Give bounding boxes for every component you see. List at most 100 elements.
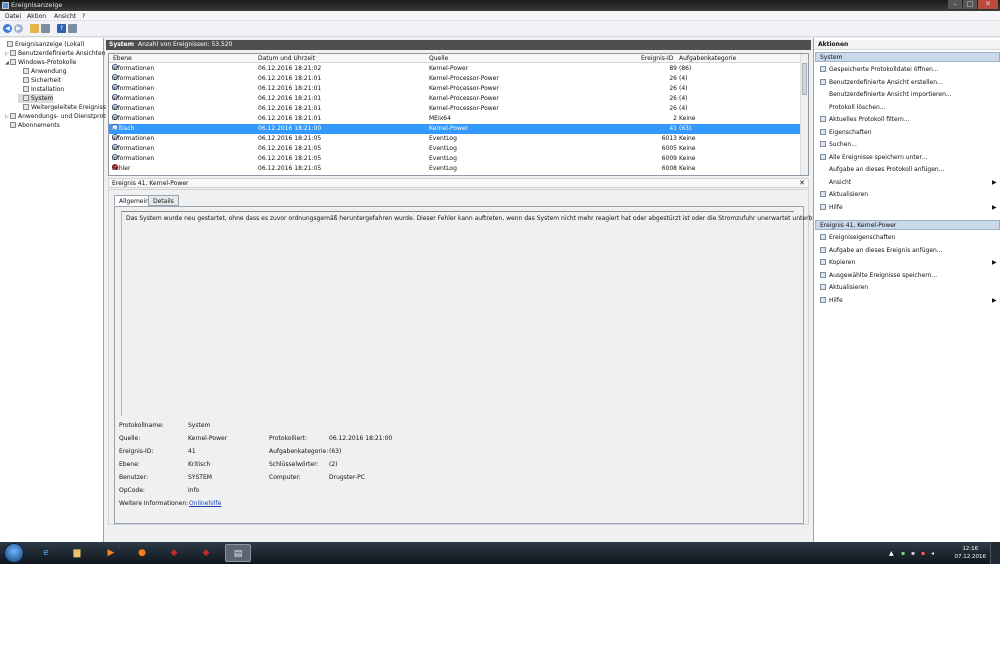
game-app-icon[interactable]: ◆ [161,544,187,562]
event-list-scrollbar[interactable] [800,54,808,175]
media-player-icon[interactable]: ▶ [98,544,124,562]
gpu-tool-icon[interactable]: ◆ [193,544,219,562]
actions-section-event[interactable]: Ereignis 41, Kernel-Power [815,220,1000,230]
column-level[interactable]: Ebene [113,55,132,62]
internet-explorer-icon[interactable]: e [33,544,59,562]
cell-event-id: 6009 [661,155,677,162]
folder-icon [10,113,16,119]
cell-source: Kernel-Processor-Power [429,85,499,92]
submenu-arrow-icon: ▶ [992,296,997,304]
maximize-button[interactable]: □ [963,0,977,9]
tree-item-application[interactable]: Anwendung [18,67,67,76]
folder-icon[interactable] [30,24,39,33]
tree-item-windows-logs[interactable]: ◢ Windows-Protokolle [5,58,76,67]
table-row[interactable]: i Informationen 06.12.2016 18:21:01 Kernel-… [109,84,802,94]
action-items1-5[interactable]: Eigenschaften [820,128,872,137]
tree-item-subscriptions[interactable]: Abonnements [5,121,60,130]
event-viewer-icon [7,41,13,47]
minimize-button[interactable]: – [948,0,962,9]
action-items1-2[interactable]: Benutzerdefinierte Ansicht importieren..… [820,90,952,99]
tree-item-forwarded-events[interactable]: Weitergeleitete Ereignisse [18,103,110,112]
action-items1-0[interactable]: Gespeicherte Protokolldatei öffnen... [820,65,939,74]
cell-source: EventLog [429,155,457,162]
column-event-id[interactable]: Ereignis-ID [641,55,673,62]
cell-event-id: 26 [669,85,677,92]
action-items1-8[interactable]: Aufgabe an dieses Protokoll anfügen... [820,165,944,174]
column-source[interactable]: Quelle [429,55,448,62]
action-items2-3[interactable]: Ausgewählte Ereignisse speichern... [820,271,937,280]
cell-datetime: 06.12.2016 18:21:00 [258,125,322,132]
scrollbar-thumb[interactable] [802,63,807,95]
action-items2-4[interactable]: Aktualisieren [820,283,868,292]
log-icon [23,104,29,110]
forward-icon[interactable]: ▶ [14,24,23,33]
table-row[interactable]: i Informationen 06.12.2016 18:21:05 EventLo… [109,144,802,154]
table-row[interactable]: i Informationen 06.12.2016 18:21:05 EventLo… [109,134,802,144]
column-datetime[interactable]: Datum und Uhrzeit [258,55,315,62]
cell-source: EventLog [429,135,457,142]
cell-source: EventLog [429,145,457,152]
start-button[interactable] [4,543,24,563]
table-row[interactable]: ! Fehler 06.12.2016 18:21:05 EventLog 6008 Ke… [109,164,802,174]
close-detail-icon[interactable]: ✕ [799,179,805,188]
action-items1-4[interactable]: Aktuelles Protokoll filtern... [820,115,910,124]
volume-icon[interactable]: ◂ [931,550,937,557]
table-row[interactable]: i Informationen 06.12.2016 18:21:01 Kernel-… [109,74,802,84]
column-category[interactable]: Aufgabenkategorie [679,55,736,62]
table-row[interactable]: i Informationen 06.12.2016 18:21:02 Kernel-… [109,64,802,74]
label-level: Ebene: [119,461,140,468]
console-tree-icon[interactable] [41,24,50,33]
action-items1-3[interactable]: Protokoll löschen... [820,103,886,112]
firefox-icon[interactable]: ● [129,544,155,562]
tree-item-setup[interactable]: Installation [18,85,64,94]
table-row[interactable]: ! Kritisch 06.12.2016 18:21:00 Kernel-Power… [109,124,802,134]
action-items1-1[interactable]: Benutzerdefinierte Ansicht erstellen... [820,78,943,87]
tray-expand-icon[interactable]: ▲ [889,550,895,557]
online-help-link[interactable]: Onlinehilfe [189,500,221,507]
cell-event-id: 89 [669,65,677,72]
label-user: Benutzer: [119,474,148,481]
submenu-arrow-icon: ▶ [992,203,997,211]
action-center-icon[interactable]: ▪ [921,550,927,557]
menu-help[interactable]: ? [82,13,85,20]
cell-event-id: 2 [673,115,677,122]
tree-item-custom-views[interactable]: ▷ Benutzerdefinierte Ansichten [5,49,105,58]
event-message-box[interactable]: Das System wurde neu gestartet, ohne das… [121,211,855,416]
action-pane-icon[interactable] [68,24,77,33]
table-row[interactable]: i Informationen 06.12.2016 18:21:01 Kernel-… [109,104,802,114]
network-icon[interactable]: ▪ [901,550,907,557]
menu-aktion[interactable]: Aktion [27,13,46,20]
table-row[interactable]: i Informationen 06.12.2016 18:21:05 EventLo… [109,154,802,164]
table-row[interactable]: i Informationen 06.12.2016 18:21:01 MEIx64 2… [109,114,802,124]
menu-ansicht[interactable]: Ansicht [54,13,76,20]
action-items1-9[interactable]: Ansicht ▶ [820,178,997,187]
action-items2-1[interactable]: Aufgabe an dieses Ereignis anfügen... [820,246,943,255]
help-icon[interactable]: ? [57,24,66,33]
action-items1-11[interactable]: Hilfe ▶ [820,203,997,212]
tree-item-security[interactable]: Sicherheit [18,76,61,85]
clock[interactable]: 12:16 07.12.2016 [955,545,987,561]
menu-datei[interactable]: Datei [5,13,21,20]
tree-item-root[interactable]: Ereignisanzeige (Lokal) [2,40,85,49]
table-row[interactable]: i Informationen 06.12.2016 18:21:01 Kernel-… [109,94,802,104]
action-items1-6[interactable]: Suchen... [820,140,857,149]
tray-app-icon[interactable]: ▪ [911,550,917,557]
action-items2-0[interactable]: Ereigniseigenschaften [820,233,895,242]
back-icon[interactable]: ◀ [3,24,12,33]
actions-section-system[interactable]: System [815,52,1000,62]
explorer-icon[interactable]: ▆ [64,544,90,562]
log-header: System Anzahl von Ereignissen: 53.520 [106,40,811,50]
action-items1-7[interactable]: Alle Ereignisse speichern unter... [820,153,927,162]
cell-category: (63) [679,125,692,132]
close-button[interactable]: ✕ [978,0,998,9]
event-viewer-taskbar-icon[interactable]: ▤ [225,544,251,562]
tree-item-system[interactable]: System [18,94,54,103]
action-items2-5[interactable]: Hilfe ▶ [820,296,997,305]
show-desktop-button[interactable] [990,542,1000,564]
action-items1-10[interactable]: Aktualisieren [820,190,868,199]
cell-category: Keine [679,115,696,122]
clock-time: 12:16 [962,546,979,552]
action-items2-2[interactable]: Kopieren ▶ [820,258,997,267]
cell-datetime: 06.12.2016 18:21:01 [258,105,322,112]
tab-details[interactable]: Details [148,195,179,206]
